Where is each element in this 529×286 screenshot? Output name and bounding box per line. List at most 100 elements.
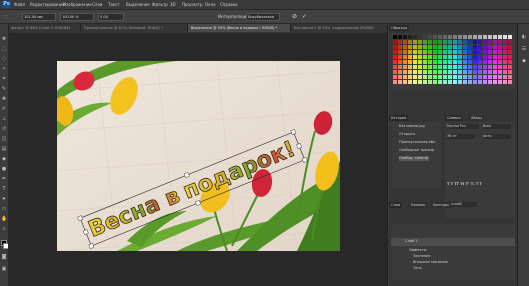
color-swatch[interactable] bbox=[428, 40, 432, 44]
color-swatch[interactable] bbox=[473, 55, 477, 59]
color-swatch[interactable] bbox=[433, 80, 437, 84]
color-swatch[interactable] bbox=[393, 45, 397, 49]
color-swatch[interactable] bbox=[508, 70, 512, 74]
color-swatch[interactable] bbox=[483, 60, 487, 64]
language-select[interactable]: Русский bbox=[447, 202, 477, 207]
tab-layers[interactable]: Слои bbox=[389, 202, 403, 208]
color-swatch[interactable] bbox=[443, 35, 447, 39]
color-swatch[interactable] bbox=[443, 50, 447, 54]
color-swatch[interactable] bbox=[458, 50, 462, 54]
color-swatch[interactable] bbox=[478, 40, 482, 44]
color-swatch[interactable] bbox=[503, 55, 507, 59]
color-swatch[interactable] bbox=[468, 50, 472, 54]
color-swatch[interactable] bbox=[488, 50, 492, 54]
color-swatch[interactable] bbox=[438, 60, 442, 64]
color-swatch[interactable] bbox=[418, 45, 422, 49]
color-swatch[interactable] bbox=[448, 70, 452, 74]
color-swatch[interactable] bbox=[503, 75, 507, 79]
document-canvas[interactable]: Весна в подарок! bbox=[57, 61, 340, 251]
history-brush-icon[interactable]: ↺ bbox=[1, 126, 7, 132]
color-swatch[interactable] bbox=[463, 60, 467, 64]
color-swatch[interactable] bbox=[443, 55, 447, 59]
color-swatch[interactable] bbox=[468, 80, 472, 84]
hand-tool-icon[interactable]: ✋ bbox=[1, 216, 7, 222]
color-swatch[interactable] bbox=[453, 75, 457, 79]
color-swatch[interactable] bbox=[508, 55, 512, 59]
history-item-active[interactable]: Свобод. трансф. bbox=[399, 156, 430, 161]
color-swatch[interactable] bbox=[448, 60, 452, 64]
color-swatch[interactable] bbox=[493, 50, 497, 54]
color-swatch[interactable] bbox=[488, 60, 492, 64]
menu-help[interactable]: Справка bbox=[220, 1, 238, 8]
heal-tool-icon[interactable]: ✚ bbox=[1, 96, 7, 102]
color-swatch[interactable] bbox=[418, 70, 422, 74]
color-swatch[interactable] bbox=[453, 60, 457, 64]
color-swatch[interactable] bbox=[428, 70, 432, 74]
color-swatch[interactable] bbox=[408, 40, 412, 44]
tab-paths[interactable]: Контуры bbox=[431, 202, 452, 208]
layer-name[interactable]: Слой 1 bbox=[405, 239, 417, 244]
color-swatch[interactable] bbox=[403, 45, 407, 49]
color-swatch[interactable] bbox=[483, 65, 487, 69]
color-swatch[interactable] bbox=[403, 75, 407, 79]
color-swatch[interactable] bbox=[453, 80, 457, 84]
color-swatch[interactable] bbox=[438, 65, 442, 69]
dodge-tool-icon[interactable]: ● bbox=[1, 166, 7, 172]
color-swatch[interactable] bbox=[408, 50, 412, 54]
color-swatch[interactable] bbox=[468, 45, 472, 49]
color-swatch[interactable] bbox=[398, 65, 402, 69]
color-swatch[interactable] bbox=[493, 45, 497, 49]
color-swatch[interactable] bbox=[463, 80, 467, 84]
angle-field[interactable]: 0,00 bbox=[98, 13, 124, 21]
color-swatch[interactable] bbox=[488, 35, 492, 39]
color-swatch[interactable] bbox=[413, 70, 417, 74]
color-swatch[interactable] bbox=[483, 40, 487, 44]
color-swatch[interactable] bbox=[478, 45, 482, 49]
color-swatch[interactable] bbox=[498, 65, 502, 69]
color-swatch[interactable] bbox=[443, 45, 447, 49]
color-swatch[interactable] bbox=[478, 65, 482, 69]
color-swatch[interactable] bbox=[398, 50, 402, 54]
history-item[interactable]: Свободное трансф. bbox=[399, 148, 435, 153]
color-swatch[interactable] bbox=[428, 45, 432, 49]
color-swatch[interactable] bbox=[428, 80, 432, 84]
color-swatch[interactable] bbox=[463, 40, 467, 44]
move-tool-icon[interactable]: ✥ bbox=[1, 36, 7, 42]
color-swatch[interactable] bbox=[428, 65, 432, 69]
interp-select[interactable]: Бикубическая bbox=[246, 13, 280, 21]
color-swatch[interactable] bbox=[503, 35, 507, 39]
color-swatch[interactable] bbox=[458, 65, 462, 69]
color-swatch[interactable] bbox=[478, 60, 482, 64]
color-swatch[interactable] bbox=[453, 50, 457, 54]
color-swatch[interactable] bbox=[498, 75, 502, 79]
color-swatch[interactable] bbox=[453, 40, 457, 44]
color-swatch[interactable] bbox=[463, 65, 467, 69]
quick-mask-icon[interactable]: ◙ bbox=[1, 254, 7, 260]
menu-image[interactable]: Изображение bbox=[63, 1, 92, 8]
color-swatch[interactable] bbox=[468, 55, 472, 59]
color-swatch[interactable] bbox=[508, 50, 512, 54]
height-field[interactable]: 100,00 % bbox=[60, 13, 94, 21]
color-swatch[interactable] bbox=[468, 70, 472, 74]
color-swatch[interactable] bbox=[398, 55, 402, 59]
color-swatch[interactable] bbox=[413, 35, 417, 39]
color-swatch[interactable] bbox=[433, 60, 437, 64]
blur-tool-icon[interactable]: ◆ bbox=[1, 156, 7, 162]
menu-3d[interactable]: 3D bbox=[170, 1, 176, 8]
color-swatch[interactable] bbox=[443, 80, 447, 84]
color-swatch[interactable] bbox=[463, 75, 467, 79]
tab-paragraph[interactable]: Абзац bbox=[469, 115, 484, 121]
color-swatch[interactable] bbox=[473, 50, 477, 54]
color-swatch[interactable] bbox=[498, 35, 502, 39]
color-swatch[interactable] bbox=[458, 45, 462, 49]
color-swatch[interactable] bbox=[448, 75, 452, 79]
color-swatch[interactable] bbox=[418, 65, 422, 69]
color-swatch[interactable] bbox=[408, 70, 412, 74]
font-family-select[interactable]: Myriad Pro bbox=[447, 124, 479, 129]
color-swatch[interactable] bbox=[453, 70, 457, 74]
color-swatch[interactable] bbox=[488, 45, 492, 49]
color-swatch[interactable] bbox=[458, 55, 462, 59]
color-swatch[interactable] bbox=[403, 65, 407, 69]
tab-channels[interactable]: Каналы bbox=[409, 202, 428, 208]
tab-doc-2[interactable]: Прямоугольник @ 67% (Фоновый, RGB/8) * bbox=[81, 24, 188, 32]
